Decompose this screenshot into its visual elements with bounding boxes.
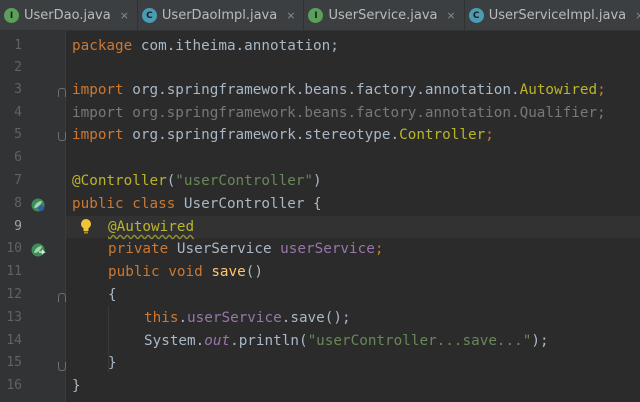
class-declaration: UserController { [175, 196, 322, 212]
line-number: 7 [14, 173, 22, 188]
lightbulb-icon[interactable] [78, 216, 94, 238]
keyword: package [72, 38, 133, 54]
code-line-14: System.out.println("userController...sav… [144, 330, 549, 352]
method-call: .save(); [281, 310, 351, 326]
code-line-1: package com.itheima.annotation; [72, 35, 339, 57]
editor-tab-bar: I UserDao.java × C UserDaoImpl.java × I … [0, 0, 640, 31]
fold-toggle-icon[interactable] [58, 362, 66, 371]
autowired-bean-icon[interactable] [30, 242, 46, 258]
editor-gutter[interactable]: 1 2 3 4 5 6 7 8 9 10 11 12 13 14 15 16 [0, 31, 66, 402]
semicolon: ; [485, 127, 494, 143]
method-name: save [211, 264, 246, 280]
package-name: com.itheima.annotation; [132, 38, 339, 54]
call-end: ); [531, 333, 549, 349]
method-call: .println( [230, 333, 308, 349]
annotation-warning[interactable]: @Autowired [108, 219, 194, 235]
annotation: @Controller [72, 173, 167, 189]
keyword: class [132, 196, 176, 212]
class-ref: System [144, 333, 196, 349]
paren: ( [166, 173, 176, 189]
semicolon: ; [374, 241, 384, 257]
fold-toggle-icon[interactable] [58, 132, 66, 141]
type-name: UserService [168, 241, 281, 257]
brace: } [108, 355, 117, 371]
code-line-16: } [72, 375, 81, 397]
line-number: 16 [6, 378, 22, 393]
line-number: 8 [14, 196, 22, 211]
line-number: 13 [6, 310, 22, 325]
code-line-13: this.userService.save(); [144, 307, 351, 329]
close-icon[interactable]: × [120, 9, 129, 22]
brace: { [108, 287, 117, 303]
dot: . [195, 333, 205, 349]
class-icon: C [468, 8, 484, 23]
tab-label: UserDaoImpl.java [161, 8, 278, 23]
code-line-8: public class UserController { [72, 193, 322, 215]
keyword: public [108, 264, 160, 280]
code-line-12: { [108, 284, 117, 306]
field-name: userService [187, 310, 282, 326]
line-number-current: 9 [14, 219, 22, 234]
code-line-3: import org.springframework.beans.factory… [72, 79, 606, 101]
line-number: 2 [14, 60, 22, 75]
line-number: 10 [6, 241, 22, 256]
interface-icon: I [4, 8, 19, 23]
tab-label: UserDao.java [24, 8, 111, 23]
close-icon[interactable]: × [446, 9, 455, 22]
params: () [245, 264, 263, 280]
keyword: this [144, 310, 179, 326]
line-number: 11 [6, 264, 22, 279]
import-class: Controller [399, 127, 486, 143]
string-literal: "userController" [175, 173, 314, 189]
import-class: Autowired [519, 82, 598, 98]
line-number: 4 [14, 105, 22, 120]
line-number: 3 [14, 82, 22, 97]
code-line-15: } [108, 352, 117, 374]
tab-userdaoimpl[interactable]: C UserDaoImpl.java × [138, 0, 305, 30]
tab-userservice[interactable]: I UserService.java × [304, 0, 465, 30]
brace: } [72, 378, 81, 394]
unused-import-text: import org.springframework.beans.factory… [72, 105, 606, 121]
import-path: org.springframework.beans.factory.annota… [123, 82, 520, 98]
class-icon: C [141, 8, 157, 23]
keyword: import [72, 82, 124, 98]
paren: ) [313, 173, 322, 189]
keyword: public [72, 196, 124, 212]
code-editor[interactable]: package com.itheima.annotation; import o… [66, 31, 640, 402]
tab-label: UserService.java [328, 8, 438, 23]
close-icon[interactable]: × [635, 9, 640, 22]
line-number: 12 [6, 287, 22, 302]
static-field: out [204, 333, 231, 349]
line-number: 5 [14, 127, 22, 142]
code-line-4-unused-import: import org.springframework.beans.factory… [72, 102, 606, 124]
fold-toggle-icon[interactable] [58, 293, 66, 302]
code-line-7: @Controller("userController") [72, 170, 322, 192]
keyword: private [108, 241, 169, 257]
field-name: userService [280, 241, 375, 257]
code-line-5: import org.springframework.stereotype.Co… [72, 124, 494, 146]
tab-userdao[interactable]: I UserDao.java × [0, 0, 138, 30]
line-number: 6 [14, 150, 22, 165]
line-number: 15 [6, 355, 22, 370]
dot: . [178, 310, 188, 326]
line-number: 1 [14, 38, 22, 53]
tab-label: UserServiceImpl.java [488, 8, 627, 23]
keyword: import [72, 127, 124, 143]
string-literal: "userController...save..." [307, 333, 532, 349]
code-line-9: @Autowired [108, 216, 194, 238]
fold-toggle-icon[interactable] [58, 88, 66, 97]
spring-bean-icon[interactable] [30, 197, 46, 213]
tab-userserviceimpl[interactable]: C UserServiceImpl.java × [465, 0, 640, 30]
code-line-10: private UserService userService; [108, 238, 383, 260]
code-line-11: public void save() [108, 261, 263, 283]
close-icon[interactable]: × [286, 9, 295, 22]
line-number: 14 [6, 333, 22, 348]
keyword: void [168, 264, 203, 280]
import-path: org.springframework.stereotype. [123, 127, 400, 143]
interface-icon: I [308, 8, 324, 23]
semicolon: ; [597, 82, 606, 98]
